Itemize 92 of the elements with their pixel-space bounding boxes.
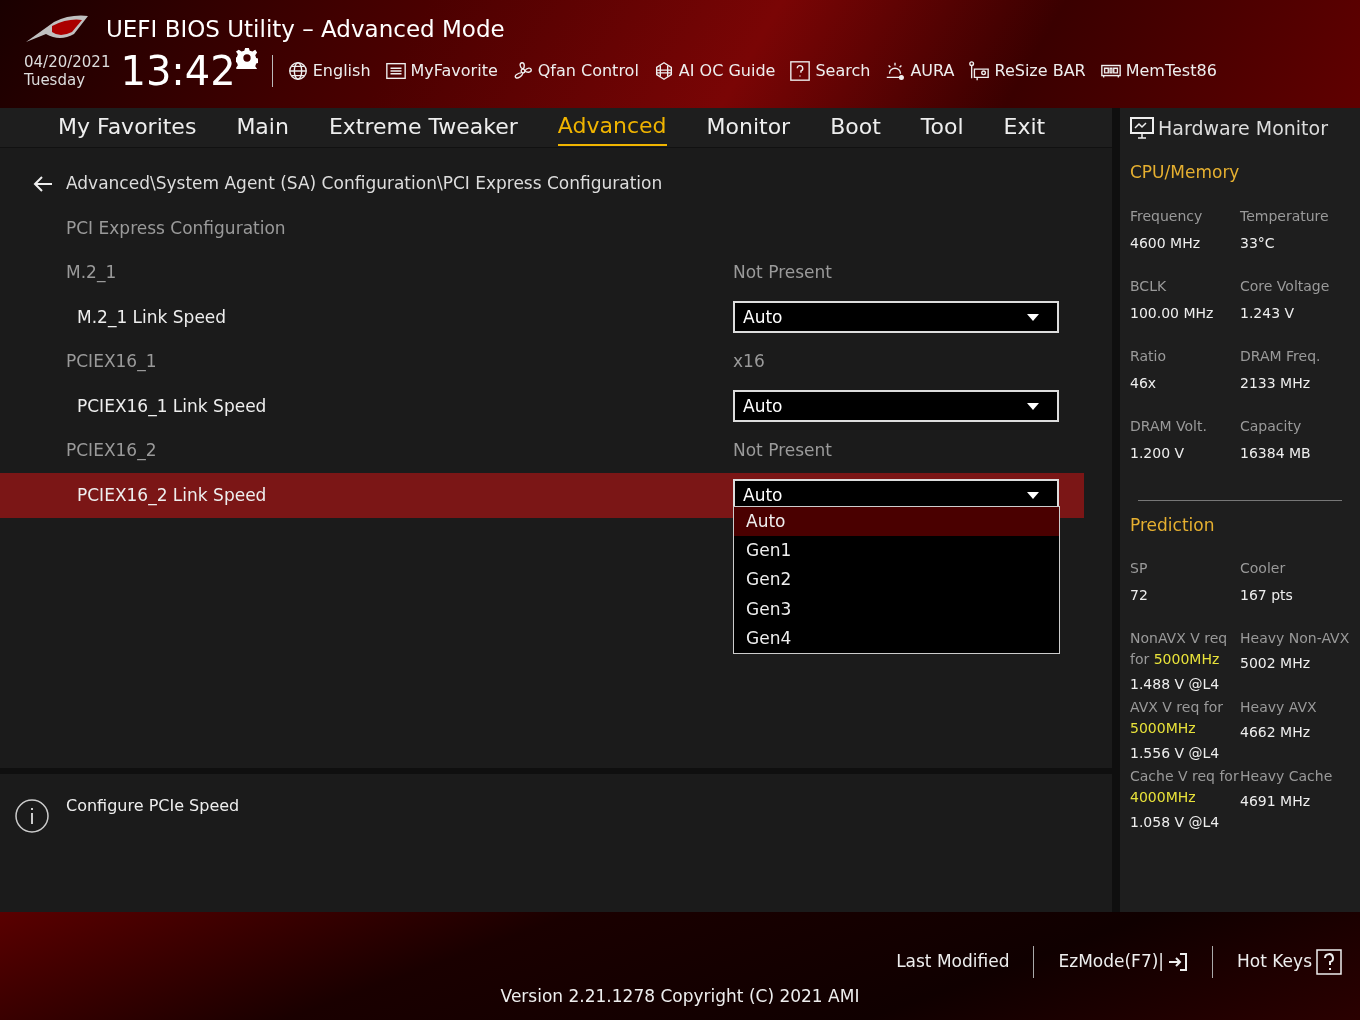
toolbar-button[interactable]: MemTest86 <box>1099 58 1217 83</box>
footer-button[interactable]: EzMode(F7)| <box>1058 949 1189 975</box>
weekday-text: Tuesday <box>24 70 87 89</box>
menu-tab[interactable]: Advanced <box>557 109 667 146</box>
dropdown-option[interactable]: Gen4 <box>734 624 1059 654</box>
metric-value: 2133 MHz <box>1240 373 1312 393</box>
setting-label: PCIEX16_1 Link Speed <box>76 394 268 419</box>
toolbar-button[interactable]: English <box>286 58 371 83</box>
load-value: 4691 MHz <box>1240 792 1312 811</box>
dropdown-option[interactable]: Gen2 <box>734 565 1059 595</box>
dropdown-option[interactable]: Gen3 <box>734 594 1059 625</box>
metric-label: Temperature <box>1240 206 1330 226</box>
metric-value: 46x <box>1130 373 1158 393</box>
metric-value: 167 pts <box>1240 586 1294 605</box>
caret-icon <box>1027 313 1039 321</box>
toolbar-button[interactable]: Qfan Control <box>511 58 639 83</box>
metric-label: DRAM Volt. <box>1130 416 1208 436</box>
setting-label: M.2_1 Link Speed <box>76 305 228 330</box>
metric-label: Cooler <box>1240 559 1287 578</box>
dropdown-option[interactable]: Auto <box>734 507 1059 537</box>
panel-title: Hardware Monitor <box>1158 115 1328 141</box>
metric-value: 4600 MHz <box>1130 233 1202 253</box>
menu-tab[interactable]: Boot <box>830 110 881 145</box>
setting-label: PCIEX16_1 <box>65 350 158 374</box>
metric-value: 33°C <box>1240 233 1276 253</box>
dropdown-field[interactable]: Auto <box>733 390 1059 423</box>
metric-value: 100.00 MHz <box>1130 303 1215 323</box>
caret-icon <box>1027 491 1039 499</box>
question-icon <box>1316 949 1342 975</box>
caret-icon <box>1027 402 1039 410</box>
metric-value: 1.200 V <box>1130 443 1186 463</box>
expansion-card-icon <box>968 59 991 82</box>
load-label: Heavy Cache <box>1240 767 1334 786</box>
question-icon <box>789 59 812 82</box>
globe-icon <box>286 59 309 82</box>
section-title: Prediction <box>1130 513 1216 537</box>
metric-label: SP <box>1130 559 1149 578</box>
setting-value: Not Present <box>733 261 832 284</box>
toolbar-button[interactable]: Search <box>789 58 871 83</box>
menu-tab[interactable]: My Favorites <box>58 110 197 145</box>
toolbar-button[interactable]: AI OC Guide <box>652 58 776 83</box>
section-title: CPU/Memory <box>1130 161 1241 184</box>
load-value: 5002 MHz <box>1240 654 1312 673</box>
requirement-label: Cache V req for 4000MHz <box>1130 767 1240 807</box>
monitor-icon <box>1130 117 1154 139</box>
back-arrow-icon[interactable] <box>32 175 54 193</box>
setting-row[interactable]: PCIEX16_1 Link Speed Auto <box>0 384 1084 429</box>
metric-label: Ratio <box>1130 346 1167 366</box>
metric-label: Capacity <box>1240 416 1303 436</box>
setting-value: x16 <box>733 350 765 373</box>
breadcrumb-path: Advanced\System Agent (SA) Configuration\PCI Express Configuration <box>66 172 663 196</box>
dropdown-field[interactable]: Auto <box>733 301 1059 334</box>
version-text: Version 2.21.1278 Copyright (C) 2021 AMI <box>500 985 860 1008</box>
info-icon <box>14 798 50 834</box>
metric-label: Frequency <box>1130 206 1204 226</box>
metric-value: 72 <box>1130 586 1149 605</box>
dropdown-option[interactable]: Gen1 <box>734 536 1059 566</box>
setting-label: M.2_1 <box>65 261 118 285</box>
menu-tab[interactable]: Tool <box>920 110 964 145</box>
requirement-value: 1.058 V @L4 <box>1130 813 1221 832</box>
window-title: UEFI BIOS Utility – Advanced Mode <box>106 15 505 44</box>
date-text: 04/20/2021 <box>24 52 111 71</box>
toolbar-button[interactable]: MyFavorite <box>384 58 498 83</box>
metric-label: DRAM Freq. <box>1240 346 1322 366</box>
metric-value: 16384 MB <box>1240 443 1312 463</box>
exit-icon <box>1168 952 1189 972</box>
toolbar-button[interactable]: ReSize BAR <box>968 58 1086 83</box>
metric-value: 1.243 V <box>1240 303 1296 323</box>
metric-label: BCLK <box>1130 276 1168 296</box>
metric-label: Core Voltage <box>1240 276 1331 296</box>
setting-value: Not Present <box>733 439 832 462</box>
load-value: 4662 MHz <box>1240 723 1312 742</box>
settings-icon[interactable] <box>235 46 258 69</box>
load-label: Heavy AVX <box>1240 698 1318 717</box>
setting-label: PCIEX16_2 <box>65 439 158 463</box>
footer-button[interactable]: Hot Keys <box>1237 949 1342 975</box>
setting-row[interactable]: M.2_1 Link Speed Auto <box>0 295 1084 340</box>
help-text: Configure PCIe Speed <box>66 795 240 817</box>
requirement-label: AVX V req for 5000MHz <box>1130 698 1224 738</box>
footer-button[interactable]: Last Modified <box>896 949 1010 975</box>
menu-tab[interactable]: Extreme Tweaker <box>328 110 518 145</box>
load-label: Heavy Non-AVX <box>1240 629 1350 648</box>
requirement-label: NonAVX V req for 5000MHz <box>1130 629 1229 669</box>
requirement-value: 1.556 V @L4 <box>1130 744 1221 763</box>
section-heading: PCI Express Configuration <box>65 216 287 240</box>
clock-text: 13:42 <box>120 50 236 91</box>
menu-tab[interactable]: Monitor <box>706 110 791 145</box>
toolbar-button[interactable]: AURA <box>884 58 955 83</box>
menu-tab[interactable]: Exit <box>1003 110 1046 145</box>
requirement-value: 1.488 V @L4 <box>1130 675 1221 694</box>
setting-label: PCIEX16_2 Link Speed <box>76 483 268 508</box>
menu-tab[interactable]: Main <box>236 110 289 145</box>
